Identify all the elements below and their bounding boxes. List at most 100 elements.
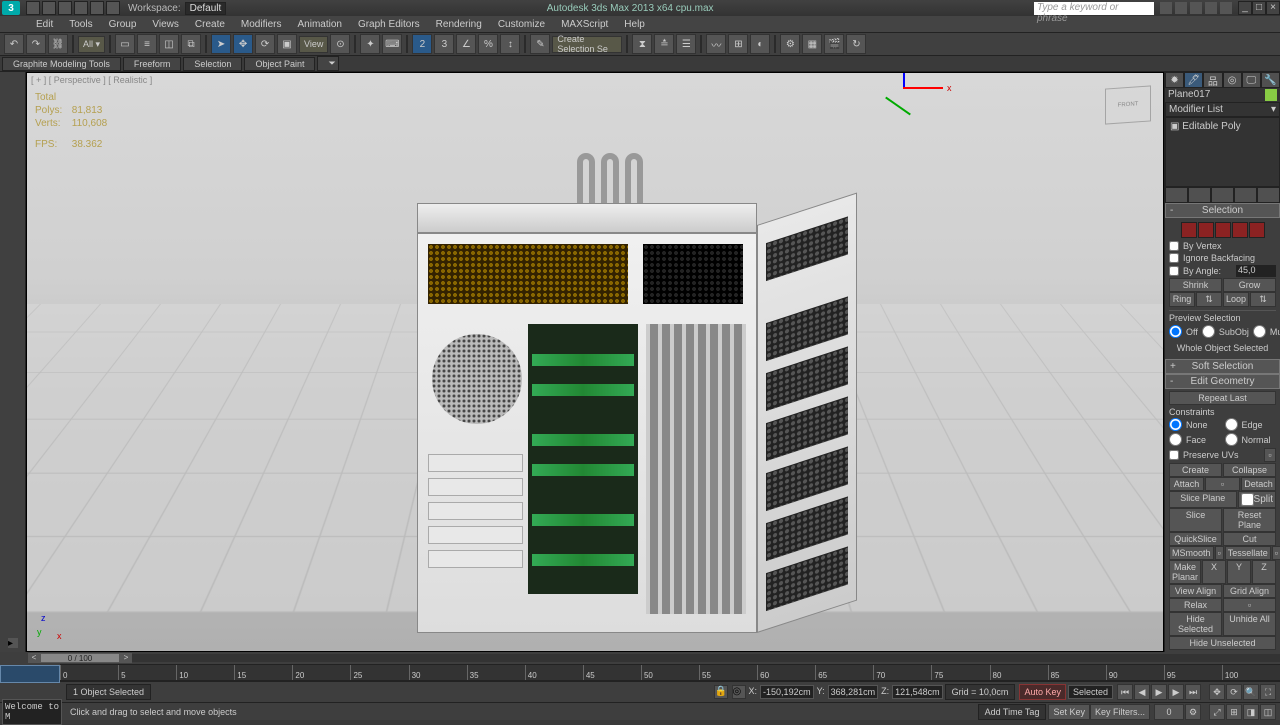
view-align-button[interactable]: View Align bbox=[1169, 584, 1222, 598]
timeline-ruler[interactable]: 0 5 10 15 20 25 30 35 40 45 50 55 60 65 … bbox=[60, 664, 1280, 681]
stack-item-editable-poly[interactable]: ▣ Editable Poly bbox=[1168, 120, 1277, 133]
subobj-edge-icon[interactable] bbox=[1198, 222, 1214, 238]
render-frame-icon[interactable]: ▦ bbox=[802, 34, 822, 54]
favorites-icon[interactable] bbox=[1205, 2, 1217, 14]
subobj-element-icon[interactable] bbox=[1249, 222, 1265, 238]
model-cpu-case[interactable] bbox=[417, 153, 867, 633]
subscription-icon[interactable] bbox=[1175, 2, 1187, 14]
render-setup-icon[interactable]: ⚙ bbox=[780, 34, 800, 54]
detach-button[interactable]: Detach bbox=[1241, 477, 1276, 491]
cut-button[interactable]: Cut bbox=[1223, 532, 1276, 546]
hide-selected-button[interactable]: Hide Selected bbox=[1169, 612, 1222, 636]
object-color-swatch[interactable] bbox=[1265, 89, 1277, 101]
percent-snap-icon[interactable]: % bbox=[478, 34, 498, 54]
tab-freeform[interactable]: Freeform bbox=[123, 57, 182, 71]
qat-open-icon[interactable] bbox=[42, 1, 56, 15]
tab-selection[interactable]: Selection bbox=[183, 57, 242, 71]
menu-modifiers[interactable]: Modifiers bbox=[233, 18, 290, 31]
autokey-button[interactable]: Auto Key bbox=[1019, 684, 1066, 700]
loop-spinner[interactable]: ⇅ bbox=[1250, 292, 1276, 307]
close-button[interactable]: × bbox=[1266, 1, 1280, 15]
rotate-icon[interactable]: ⟳ bbox=[255, 34, 275, 54]
menu-rendering[interactable]: Rendering bbox=[428, 18, 490, 31]
spinner-snap-icon[interactable]: ↕ bbox=[500, 34, 520, 54]
qat-redo-icon[interactable] bbox=[90, 1, 104, 15]
tab-display-icon[interactable]: 🖵 bbox=[1242, 72, 1261, 88]
preserve-uvs-settings[interactable]: ▫ bbox=[1264, 448, 1276, 462]
keyboard-shortcut-icon[interactable]: ⌨ bbox=[382, 34, 402, 54]
coord-y-input[interactable]: 368,281cm bbox=[828, 685, 879, 699]
reset-plane-button[interactable]: Reset Plane bbox=[1223, 508, 1276, 532]
menu-edit[interactable]: Edit bbox=[28, 18, 61, 31]
by-vertex-checkbox[interactable] bbox=[1169, 241, 1179, 251]
msmooth-button[interactable]: MSmooth bbox=[1169, 546, 1214, 560]
viewcube[interactable]: FRONT bbox=[1105, 85, 1151, 124]
tab-objectpaint[interactable]: Object Paint bbox=[244, 57, 315, 71]
msmooth-settings-icon[interactable]: ▫ bbox=[1215, 546, 1224, 560]
tab-motion-icon[interactable]: ◎ bbox=[1223, 72, 1242, 88]
modifier-list-dropdown[interactable]: Modifier List▾ bbox=[1165, 102, 1280, 117]
time-config-icon[interactable]: ⚙ bbox=[1185, 704, 1201, 720]
goto-start-icon[interactable]: ⏮ bbox=[1117, 684, 1133, 700]
add-time-tag[interactable]: Add Time Tag bbox=[978, 704, 1047, 720]
pan-icon[interactable]: ✥ bbox=[1209, 684, 1225, 700]
split-checkbox[interactable] bbox=[1241, 493, 1254, 506]
arc-rotate-icon[interactable]: ⟳ bbox=[1226, 684, 1242, 700]
collapse-button[interactable]: Collapse bbox=[1223, 463, 1276, 477]
time-slider-knob[interactable]: 0 / 100 bbox=[40, 653, 120, 663]
lock-selection-icon[interactable]: 🔒 bbox=[714, 685, 728, 699]
search-icon[interactable] bbox=[1160, 2, 1172, 14]
tessellate-button[interactable]: Tessellate bbox=[1225, 546, 1271, 560]
maxscript-listener[interactable]: Welcome to M bbox=[2, 699, 62, 725]
menu-grapheditors[interactable]: Graph Editors bbox=[350, 18, 428, 31]
unhide-all-button[interactable]: Unhide All bbox=[1223, 612, 1276, 636]
subobj-border-icon[interactable] bbox=[1215, 222, 1231, 238]
make-planar-button[interactable]: Make Planar bbox=[1169, 560, 1201, 584]
next-frame-icon[interactable]: ▶ bbox=[1168, 684, 1184, 700]
layers-icon[interactable]: ☰ bbox=[676, 34, 696, 54]
prev-frame-icon[interactable]: ◀ bbox=[1134, 684, 1150, 700]
keymode-dropdown[interactable]: Selected bbox=[1068, 685, 1113, 699]
render-last-icon[interactable]: ↻ bbox=[846, 34, 866, 54]
tab-modify-icon[interactable]: 🖊 bbox=[1184, 72, 1203, 88]
ref-coord-dropdown[interactable]: View bbox=[299, 36, 328, 53]
coord-x-input[interactable]: -150,192cm bbox=[760, 685, 814, 699]
preview-off-radio[interactable] bbox=[1169, 325, 1182, 338]
minimize-button[interactable]: _ bbox=[1238, 1, 1252, 15]
attach-button[interactable]: Attach bbox=[1169, 477, 1204, 491]
menu-create[interactable]: Create bbox=[187, 18, 233, 31]
isolate-icon[interactable]: ◎ bbox=[732, 685, 746, 699]
workspace-value[interactable]: Default bbox=[185, 2, 227, 15]
expand-icon[interactable]: ▸ bbox=[8, 638, 18, 648]
ribbon-toggle-icon[interactable]: ⏷ bbox=[317, 56, 339, 71]
coord-z-input[interactable]: 121,548cm bbox=[892, 685, 943, 699]
select-region-icon[interactable]: ◫ bbox=[159, 34, 179, 54]
grow-button[interactable]: Grow bbox=[1223, 278, 1276, 292]
relax-button[interactable]: Relax bbox=[1169, 598, 1222, 612]
menu-animation[interactable]: Animation bbox=[289, 18, 349, 31]
make-unique-icon[interactable] bbox=[1211, 187, 1234, 203]
configure-sets-icon[interactable] bbox=[1257, 187, 1280, 203]
goto-end-icon[interactable]: ⏭ bbox=[1185, 684, 1201, 700]
menu-customize[interactable]: Customize bbox=[490, 18, 553, 31]
planar-x-button[interactable]: X bbox=[1202, 560, 1226, 584]
select-by-name-icon[interactable]: ≡ bbox=[137, 34, 157, 54]
scale-icon[interactable]: ▣ bbox=[277, 34, 297, 54]
preview-multi-radio[interactable] bbox=[1253, 325, 1266, 338]
menu-tools[interactable]: Tools bbox=[61, 18, 100, 31]
by-angle-spinner[interactable]: 45,0 bbox=[1236, 265, 1276, 277]
constraint-none-radio[interactable] bbox=[1169, 418, 1182, 431]
object-name-field[interactable]: Plane017 bbox=[1165, 88, 1280, 102]
tessellate-settings-icon[interactable]: ▫ bbox=[1272, 546, 1280, 560]
schematic-view-icon[interactable]: ⊞ bbox=[728, 34, 748, 54]
tab-hierarchy-icon[interactable]: 品 bbox=[1203, 72, 1222, 88]
by-angle-checkbox[interactable] bbox=[1169, 266, 1179, 276]
constraint-normal-radio[interactable] bbox=[1225, 433, 1238, 446]
angle-snap-icon[interactable]: ∠ bbox=[456, 34, 476, 54]
tab-utilities-icon[interactable]: 🔧 bbox=[1261, 72, 1280, 88]
min-max-icon[interactable]: ◫ bbox=[1260, 704, 1276, 720]
slice-plane-button[interactable]: Slice Plane bbox=[1169, 491, 1237, 508]
create-button[interactable]: Create bbox=[1169, 463, 1222, 477]
rollout-scroll[interactable]: -Selection By Vertex Ignore Backfacing B… bbox=[1165, 203, 1280, 652]
ring-button[interactable]: Ring bbox=[1169, 292, 1195, 307]
